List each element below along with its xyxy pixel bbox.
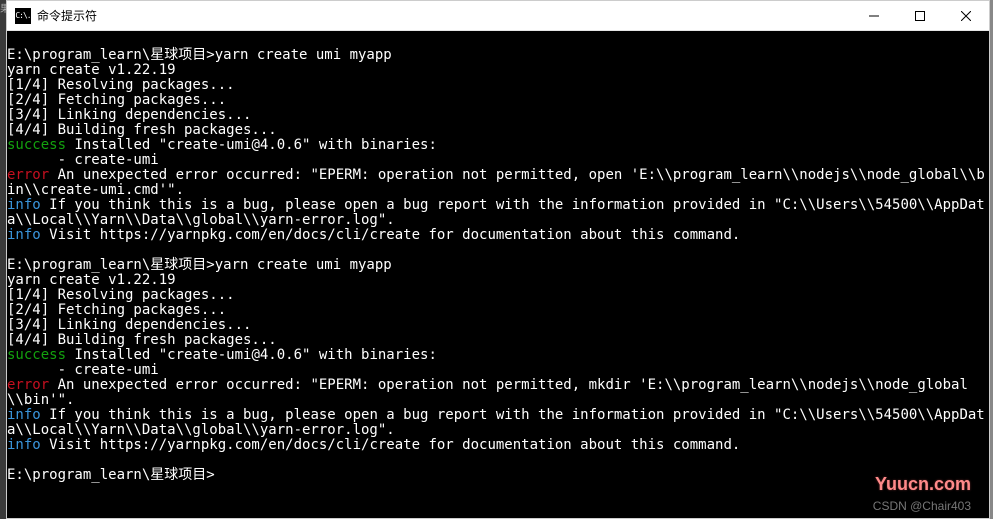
terminal-text: If you think this is a bug, please open … bbox=[7, 407, 985, 438]
close-button[interactable] bbox=[943, 1, 989, 30]
terminal-line: error An unexpected error occurred: "EPE… bbox=[7, 378, 985, 408]
terminal-text: E:\program_learn\星球项目>yarn create umi my… bbox=[7, 47, 392, 63]
terminal-output[interactable]: E:\program_learn\星球项目>yarn create umi my… bbox=[7, 31, 989, 518]
terminal-line: [4/4] Building fresh packages... bbox=[7, 123, 985, 138]
terminal-text: - create-umi bbox=[7, 362, 159, 378]
terminal-line: yarn create v1.22.19 bbox=[7, 273, 985, 288]
terminal-text: success bbox=[7, 137, 66, 153]
terminal-text: yarn create v1.22.19 bbox=[7, 62, 176, 78]
terminal-text: success bbox=[7, 347, 66, 363]
terminal-text: yarn create v1.22.19 bbox=[7, 272, 176, 288]
terminal-line: info If you think this is a bug, please … bbox=[7, 408, 985, 438]
terminal-line: success Installed "create-umi@4.0.6" wit… bbox=[7, 138, 985, 153]
terminal-line bbox=[7, 33, 985, 48]
terminal-text: E:\program_learn\星球项目>yarn create umi my… bbox=[7, 257, 392, 273]
terminal-line: error An unexpected error occurred: "EPE… bbox=[7, 168, 985, 198]
terminal-text: An unexpected error occurred: "EPERM: op… bbox=[7, 167, 985, 198]
terminal-line: [1/4] Resolving packages... bbox=[7, 288, 985, 303]
terminal-text: Visit https://yarnpkg.com/en/docs/cli/cr… bbox=[41, 437, 741, 453]
terminal-text: info bbox=[7, 197, 41, 213]
terminal-text: [1/4] Resolving packages... bbox=[7, 77, 235, 93]
terminal-line: [1/4] Resolving packages... bbox=[7, 78, 985, 93]
terminal-line: - create-umi bbox=[7, 153, 985, 168]
window-controls bbox=[851, 1, 989, 30]
terminal-text: Installed "create-umi@4.0.6" with binari… bbox=[66, 347, 437, 363]
terminal-text: [3/4] Linking dependencies... bbox=[7, 317, 251, 333]
terminal-text: [3/4] Linking dependencies... bbox=[7, 107, 251, 123]
terminal-line: E:\program_learn\星球项目>yarn create umi my… bbox=[7, 258, 985, 273]
terminal-text: [4/4] Building fresh packages... bbox=[7, 332, 277, 348]
terminal-text: [1/4] Resolving packages... bbox=[7, 287, 235, 303]
minimize-button[interactable] bbox=[851, 1, 897, 30]
terminal-line: [2/4] Fetching packages... bbox=[7, 93, 985, 108]
window-title: 命令提示符 bbox=[37, 7, 97, 24]
terminal-line: [3/4] Linking dependencies... bbox=[7, 318, 985, 333]
terminal-line: - create-umi bbox=[7, 363, 985, 378]
terminal-text: info bbox=[7, 227, 41, 243]
terminal-line: info Visit https://yarnpkg.com/en/docs/c… bbox=[7, 438, 985, 453]
terminal-line bbox=[7, 243, 985, 258]
cmd-icon: C:\. bbox=[15, 8, 31, 24]
terminal-line: success Installed "create-umi@4.0.6" wit… bbox=[7, 348, 985, 363]
terminal-line: [4/4] Building fresh packages... bbox=[7, 333, 985, 348]
terminal-text: [2/4] Fetching packages... bbox=[7, 92, 226, 108]
terminal-text: If you think this is a bug, please open … bbox=[7, 197, 985, 228]
terminal-text: An unexpected error occurred: "EPERM: op… bbox=[7, 377, 968, 408]
terminal-text: E:\program_learn\星球项目> bbox=[7, 467, 215, 483]
terminal-text: error bbox=[7, 377, 49, 393]
titlebar[interactable]: C:\. 命令提示符 bbox=[7, 1, 989, 31]
terminal-text: Installed "create-umi@4.0.6" with binari… bbox=[66, 137, 437, 153]
terminal-line: E:\program_learn\星球项目>yarn create umi my… bbox=[7, 48, 985, 63]
terminal-line: info If you think this is a bug, please … bbox=[7, 198, 985, 228]
terminal-text: [4/4] Building fresh packages... bbox=[7, 122, 277, 138]
maximize-button[interactable] bbox=[897, 1, 943, 30]
terminal-text: - create-umi bbox=[7, 152, 159, 168]
command-prompt-window: C:\. 命令提示符 E:\program_learn\星球项目>yarn cr… bbox=[6, 0, 990, 519]
terminal-line bbox=[7, 453, 985, 468]
terminal-text: [2/4] Fetching packages... bbox=[7, 302, 226, 318]
terminal-line: [3/4] Linking dependencies... bbox=[7, 108, 985, 123]
terminal-text: info bbox=[7, 407, 41, 423]
terminal-line: yarn create v1.22.19 bbox=[7, 63, 985, 78]
terminal-text: Visit https://yarnpkg.com/en/docs/cli/cr… bbox=[41, 227, 741, 243]
terminal-line: info Visit https://yarnpkg.com/en/docs/c… bbox=[7, 228, 985, 243]
terminal-text: error bbox=[7, 167, 49, 183]
terminal-text: info bbox=[7, 437, 41, 453]
terminal-line: [2/4] Fetching packages... bbox=[7, 303, 985, 318]
terminal-line: E:\program_learn\星球项目> bbox=[7, 468, 985, 483]
